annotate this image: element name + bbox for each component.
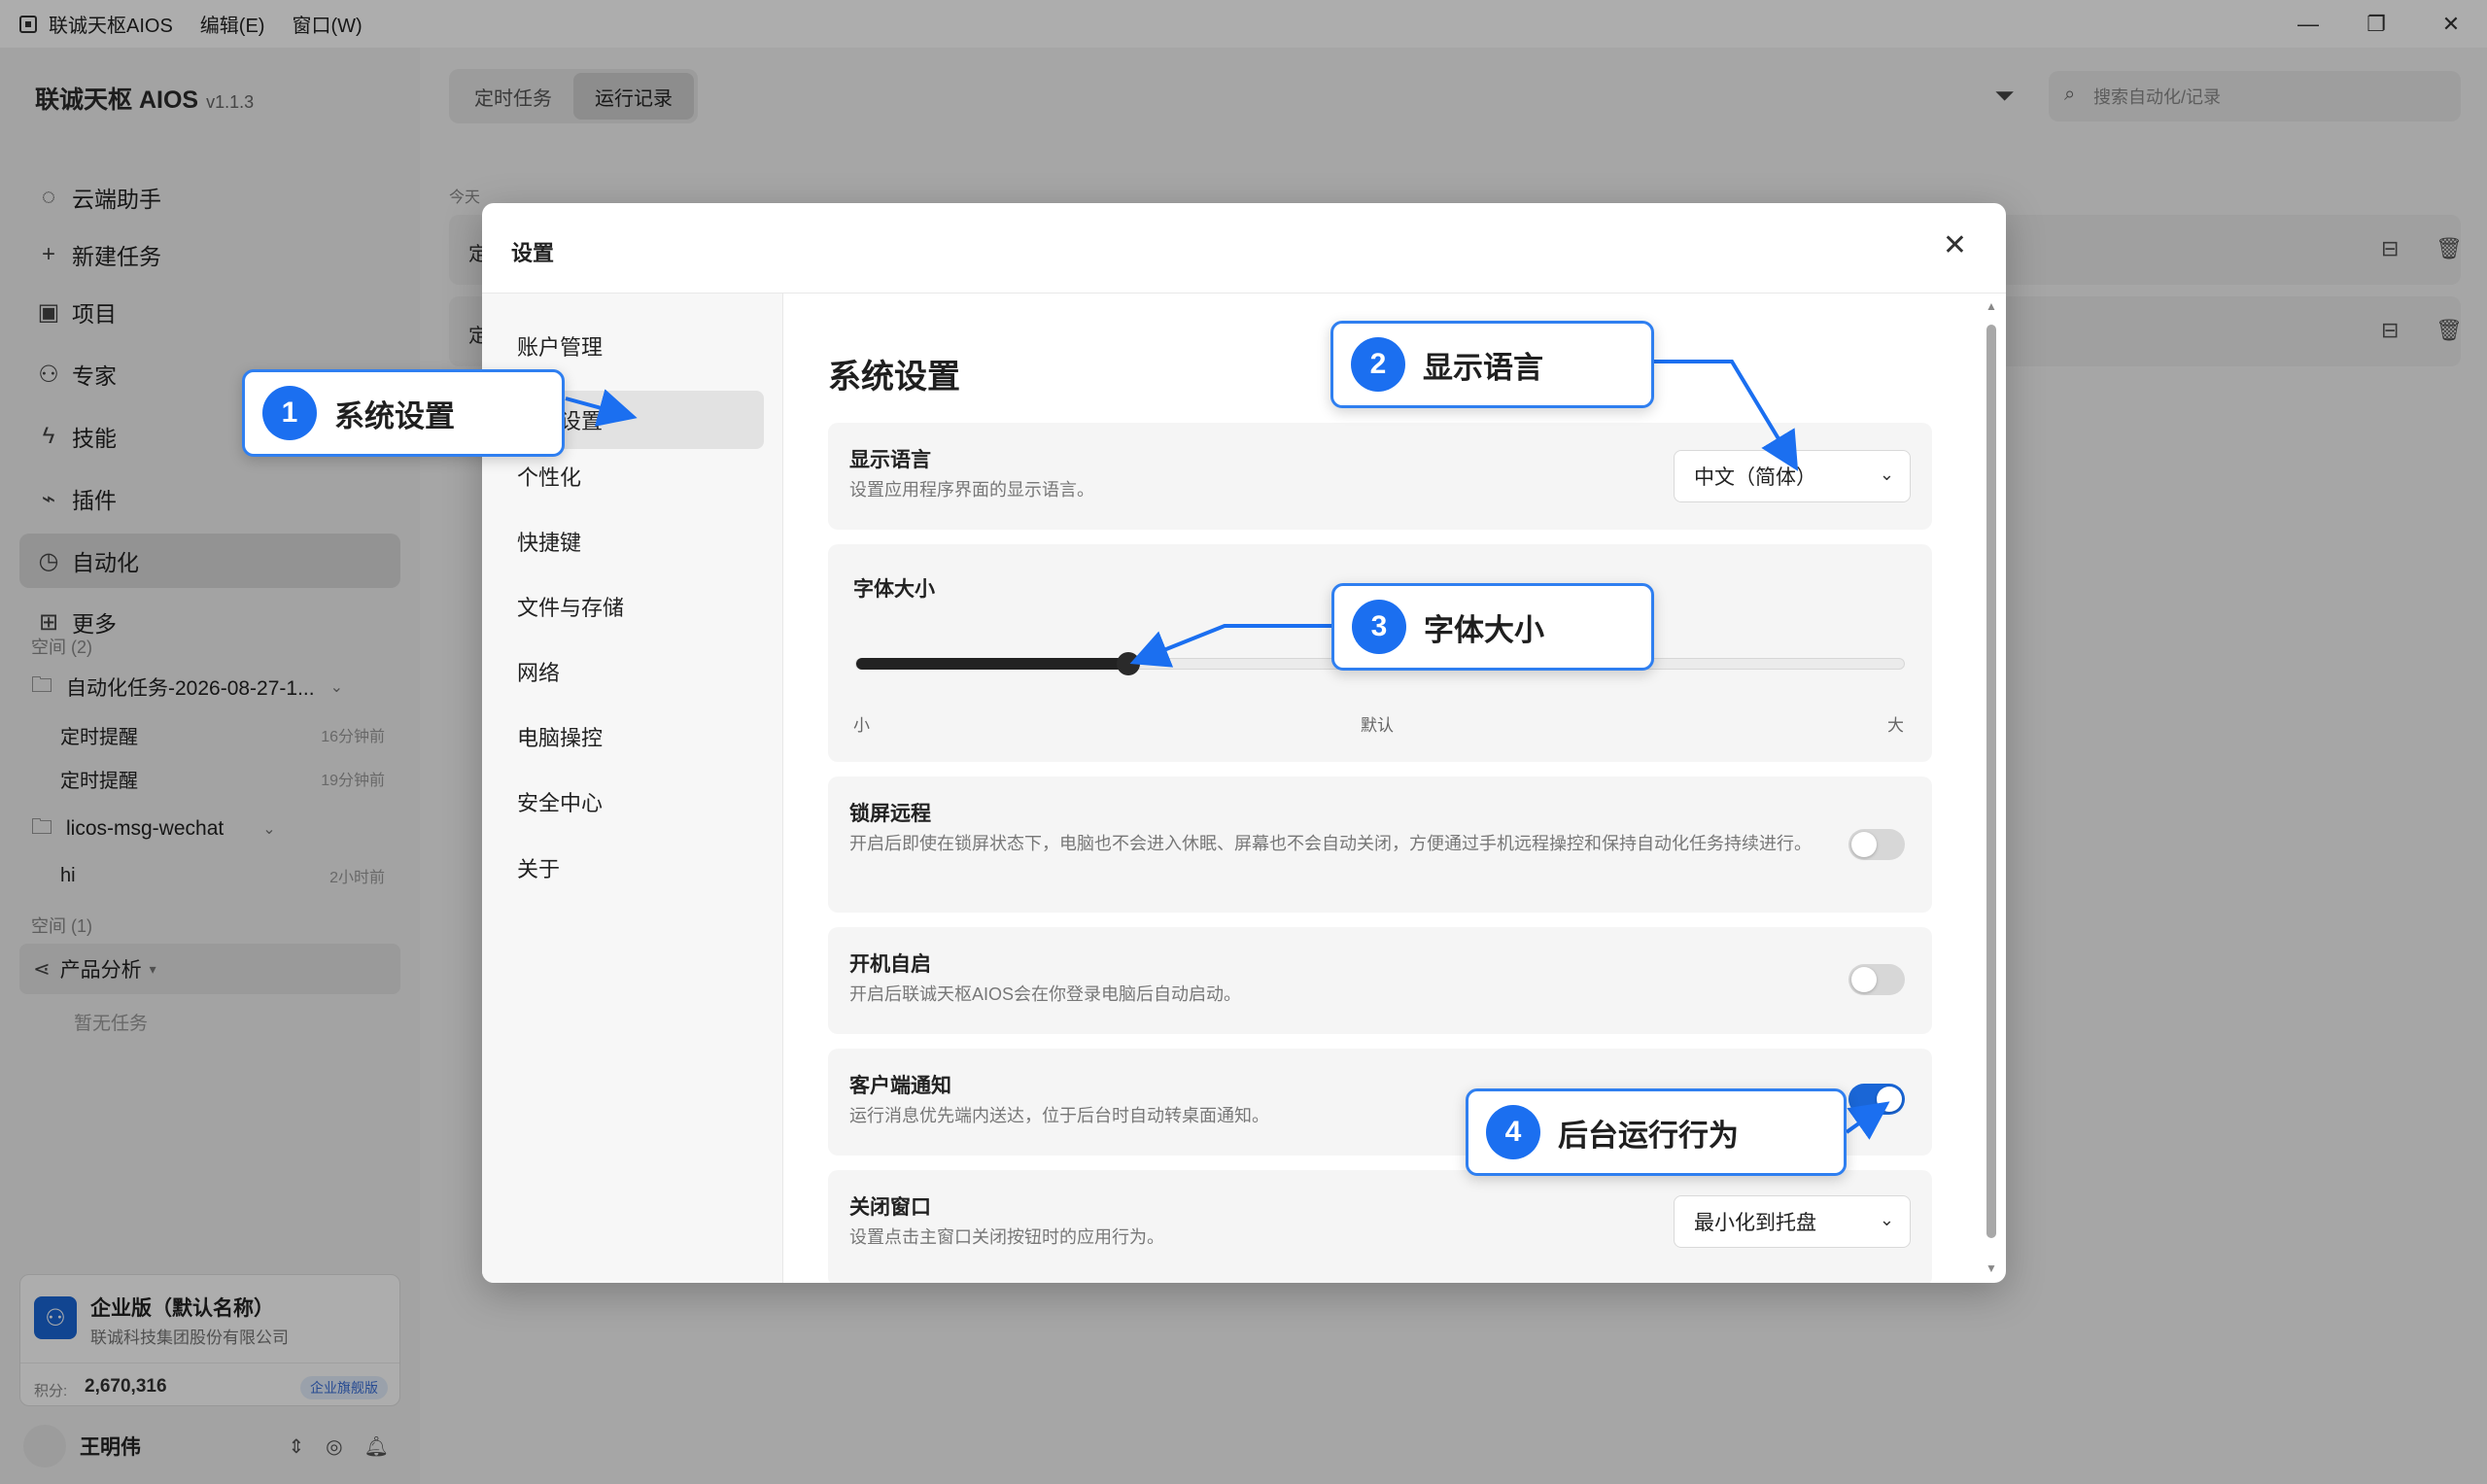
- setting-language: 显示语言 设置应用程序界面的显示语言。 中文（简体） ⌄: [828, 423, 1932, 530]
- toggle-knob: [1851, 967, 1877, 992]
- client-notify-toggle[interactable]: [1848, 1084, 1905, 1115]
- slider-label-large: 大: [1887, 716, 1904, 735]
- close-icon[interactable]: ✕: [1943, 228, 1967, 262]
- toggle-knob: [1851, 832, 1877, 857]
- scroll-thumb[interactable]: [1986, 325, 1996, 1238]
- setting-autostart: 开机自启 开启后联诚天枢AIOS会在你登录电脑后自动启动。: [828, 927, 1932, 1034]
- close-window-select[interactable]: 最小化到托盘 ⌄: [1674, 1195, 1911, 1248]
- lock-remote-toggle[interactable]: [1848, 829, 1905, 860]
- slider-label-default: 默认: [1361, 716, 1394, 735]
- callout-4: 4 后台运行行为: [1466, 1088, 1847, 1176]
- setting-close-window: 关闭窗口 设置点击主窗口关闭按钮时的应用行为。 最小化到托盘 ⌄: [828, 1170, 1932, 1283]
- settings-nav-shortcuts[interactable]: 快捷键: [501, 512, 764, 570]
- scrollbar[interactable]: ▲ ▼: [1985, 299, 1998, 1275]
- settings-nav-account[interactable]: 账户管理: [501, 317, 764, 375]
- chevron-down-icon: ⌄: [1879, 1210, 1894, 1229]
- settings-nav-security[interactable]: 安全中心: [501, 773, 764, 831]
- dialog-header: 设置 ✕: [482, 203, 2006, 293]
- settings-nav-about[interactable]: 关于: [501, 839, 764, 897]
- callout-2: 2 显示语言: [1330, 321, 1654, 408]
- callout-3: 3 字体大小: [1331, 583, 1654, 671]
- settings-nav-network[interactable]: 网络: [501, 642, 764, 701]
- callout-1: 1 系统设置: [242, 369, 565, 457]
- scroll-up-icon[interactable]: ▲: [1985, 299, 1998, 313]
- slider-label-small: 小: [853, 716, 870, 735]
- setting-lock-remote: 锁屏远程 开启后即使在锁屏状态下，电脑也不会进入休眠、屏幕也不会自动关闭，方便通…: [828, 777, 1932, 913]
- language-select[interactable]: 中文（简体） ⌄: [1674, 450, 1911, 502]
- page-title: 系统设置: [828, 359, 960, 396]
- slider-fill: [856, 658, 1129, 670]
- toggle-knob: [1877, 1087, 1902, 1112]
- settings-nav-files[interactable]: 文件与存储: [501, 577, 764, 636]
- dialog-title: 设置: [511, 241, 555, 265]
- chevron-down-icon: ⌄: [1879, 465, 1894, 484]
- scroll-down-icon[interactable]: ▼: [1985, 1261, 1998, 1275]
- settings-nav-computer-control[interactable]: 电脑操控: [501, 707, 764, 766]
- autostart-toggle[interactable]: [1848, 964, 1905, 995]
- slider-handle[interactable]: [1117, 652, 1141, 675]
